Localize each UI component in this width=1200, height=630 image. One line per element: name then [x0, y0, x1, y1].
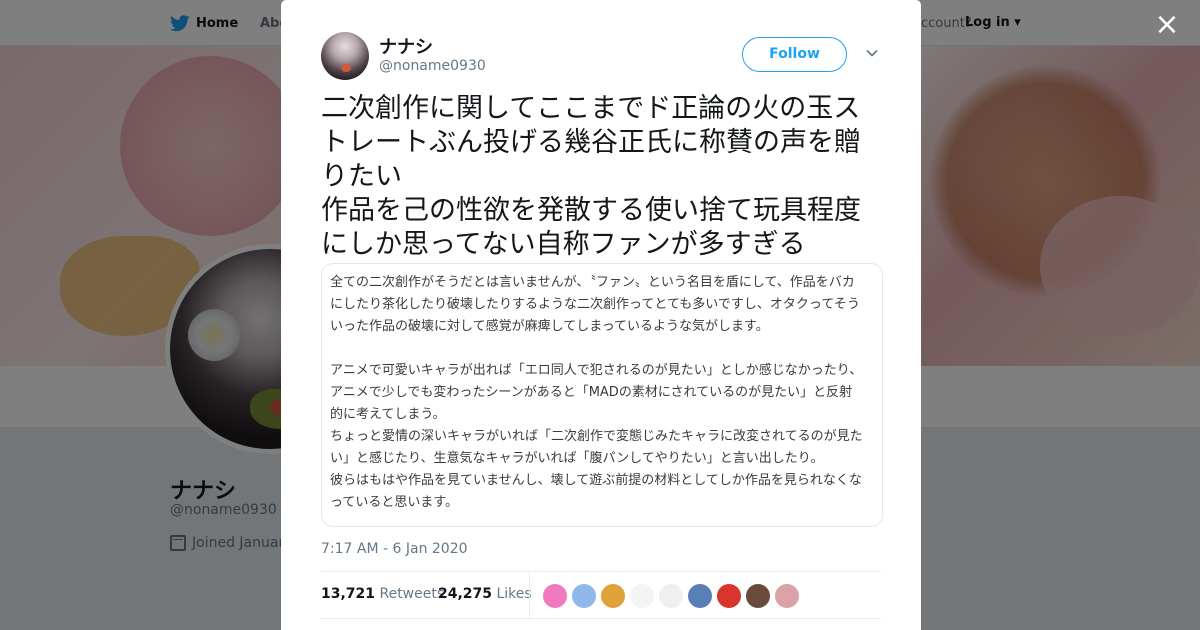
image-text-line: 全ての二次創作がそうだとは言いませんが、〝ファン〟という名目を盾にして、作品をバ… [330, 275, 855, 290]
tweet-image[interactable]: 全ての二次創作がそうだとは言いませんが、〝ファン〟という名目を盾にして、作品をバ… [321, 263, 883, 527]
liker-avatars [542, 583, 800, 609]
image-text-line: 的に考えてしまう。 [330, 407, 446, 422]
image-text-line [330, 338, 880, 360]
tweet-text-line: りたい [321, 161, 402, 192]
chevron-down-icon[interactable] [865, 46, 879, 60]
image-text-line: ちょっと愛情の深いキャラがいれば「二次創作で変態じみたキャラに改変されてるのが見… [330, 429, 863, 444]
tweet-author-avatar[interactable] [321, 32, 369, 80]
likes-count: 24,275 [438, 586, 493, 602]
tweet-timestamp[interactable]: 7:17 AM - 6 Jan 2020 [321, 541, 468, 557]
liker-avatar[interactable] [745, 583, 771, 609]
tweet-text-line: にしか思ってない自称ファンが多すぎる [321, 229, 806, 260]
liker-avatar[interactable] [774, 583, 800, 609]
liker-avatar[interactable] [600, 583, 626, 609]
tweet-author-handle[interactable]: @noname0930 [379, 58, 486, 74]
retweets-stat[interactable]: 13,721 Retweets [321, 586, 444, 602]
likes-stat[interactable]: 24,275 Likes [438, 586, 532, 602]
stats-divider [529, 572, 530, 619]
liker-avatar[interactable] [571, 583, 597, 609]
liker-avatar[interactable] [658, 583, 684, 609]
image-text-line: アニメで可愛いキャラが出れば「エロ同人で犯されるのが見たい」としか感じなかったり… [330, 363, 863, 378]
image-text-line: アニメで少しでも変わったシーンがあると「MADの素材にされているのが見たい」と反… [330, 385, 853, 400]
tweet-stats: 13,721 Retweets 24,275 Likes [321, 571, 881, 619]
retweets-count: 13,721 [321, 586, 376, 602]
liker-avatar[interactable] [687, 583, 713, 609]
tweet-image-text: 全ての二次創作がそうだとは言いませんが、〝ファン〟という名目を盾にして、作品をバ… [330, 272, 880, 514]
image-text-line: いった作品の破壊に対して感覚が麻痺してしまっているような気がします。 [330, 319, 769, 334]
tweet-text-line: トレートぶん投げる幾谷正氏に称賛の声を贈 [321, 127, 861, 158]
likes-label: Likes [496, 586, 532, 602]
close-icon[interactable]: × [1152, 10, 1182, 40]
tweet-text-line: 二次創作に関してここまでド正論の火の玉ス [321, 93, 861, 124]
image-text-line: い」と感じたり、生意気なキャラがいれば「腹パンしてやりたい」と言い出したり。 [330, 451, 824, 466]
liker-avatar[interactable] [629, 583, 655, 609]
tweet-text-line: 作品を己の性欲を発散する使い捨て玩具程度 [321, 195, 861, 226]
image-text-line: 彼らはもはや作品を見ていませんし、壊して遊ぶ前提の材料としてしか作品を見られなく… [330, 473, 862, 488]
liker-avatar[interactable] [542, 583, 568, 609]
follow-button[interactable]: Follow [742, 37, 847, 72]
tweet-modal: ナナシ @noname0930 Follow 二次創作に関してここまでド正論の火… [281, 0, 921, 630]
tweet-author-name[interactable]: ナナシ [379, 33, 433, 59]
tweet-text: 二次創作に関してここまでド正論の火の玉ス トレートぶん投げる幾谷正氏に称賛の声を… [321, 92, 886, 262]
image-text-line: っていると思います。 [330, 495, 459, 510]
retweets-label: Retweets [379, 586, 445, 602]
liker-avatar[interactable] [716, 583, 742, 609]
image-text-line: にしたり茶化したり破壊したりするような二次創作ってとても多いですし、オタクってそ… [330, 297, 860, 312]
